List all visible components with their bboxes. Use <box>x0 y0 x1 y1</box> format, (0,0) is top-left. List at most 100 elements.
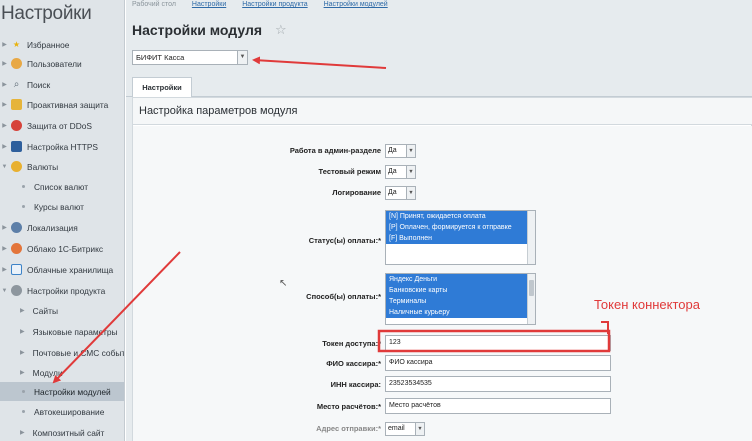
cashier-inn-input[interactable]: 23523534535 <box>385 376 611 392</box>
sidebar-item-cloud-storage[interactable]: ▶ Облачные хранилища <box>0 260 124 279</box>
sidebar-item-composite[interactable]: ▶ Композитный сайт <box>0 423 124 441</box>
sidebar-item-label: Сайты <box>32 305 58 316</box>
field-label: ФИО кассира:* <box>326 359 381 368</box>
sidebar-item-localization[interactable]: ▶ Локализация <box>0 218 124 237</box>
select-value: Да <box>388 147 397 154</box>
module-select[interactable]: БИФИТ Касса ▼ <box>132 50 248 65</box>
sidebar-item-sites[interactable]: ▶ Сайты <box>0 301 124 320</box>
scrollbar-thumb[interactable] <box>529 280 534 296</box>
pay-status-multiselect[interactable]: [N] Принят, ожидается оплата [P] Оплачен… <box>385 210 536 265</box>
sidebar-item-currency-list[interactable]: Список валют <box>0 177 124 196</box>
expand-arrow-icon[interactable]: ▶ <box>20 349 25 356</box>
multiselect-option[interactable]: [P] Оплачен, формируется к отправке <box>386 222 535 233</box>
expand-arrow-icon[interactable]: ▶ <box>0 143 9 150</box>
multiselect-option[interactable]: Терминалы <box>386 296 535 307</box>
breadcrumb-link[interactable]: Настройки модулей <box>324 1 388 8</box>
settings-form: Работа в админ-разделе Да ▼ Тестовый реж… <box>133 126 752 441</box>
sidebar-item-label: Валюты <box>27 161 59 172</box>
test-mode-select[interactable]: Да ▼ <box>385 165 416 179</box>
partial-select[interactable]: email ▼ <box>385 422 425 436</box>
expand-arrow-icon[interactable]: ▶ <box>20 307 25 314</box>
sidebar-title: Настройки <box>1 3 92 24</box>
sidebar: Настройки ▶ ★ Избранное ▶ Пользователи ▶… <box>0 0 125 441</box>
expand-arrow-icon[interactable]: ▶ <box>0 224 9 231</box>
expand-arrow-icon[interactable]: ▶ <box>0 81 9 88</box>
page-title: Настройки модуля <box>132 22 263 38</box>
expand-arrow-icon[interactable]: ▶ <box>0 266 9 273</box>
expand-arrow-icon[interactable]: ▶ <box>20 429 25 436</box>
collapse-arrow-icon[interactable]: ▼ <box>0 164 9 170</box>
sidebar-item-currencies[interactable]: ▼ Валюты <box>0 157 124 176</box>
globe-icon <box>11 222 22 233</box>
breadcrumb-link[interactable]: Настройки продукта <box>242 1 307 8</box>
pay-methods-multiselect[interactable]: Яндекс Деньги Банковские карты Терминалы… <box>385 273 536 325</box>
tab-settings[interactable]: Настройки <box>132 77 192 98</box>
sidebar-item-https[interactable]: ▶ Настройка HTTPS <box>0 137 124 156</box>
multiselect-option[interactable]: [F] Выполнен <box>386 233 535 244</box>
scrollbar[interactable] <box>527 274 535 324</box>
sidebar-item-label: Настройки модулей <box>34 386 111 397</box>
settings-panel: Настройка параметров модуля Работа в адм… <box>132 97 752 441</box>
sidebar-item-language[interactable]: ▶ Языковые параметры <box>0 322 124 341</box>
admin-work-select[interactable]: Да ▼ <box>385 144 416 158</box>
expand-arrow-icon[interactable]: ▶ <box>0 122 9 129</box>
multiselect-option[interactable]: Яндекс Деньги <box>386 274 535 285</box>
sidebar-item-module-settings[interactable]: Настройки модулей <box>0 382 124 401</box>
sidebar-item-label: Языковые параметры <box>32 326 118 337</box>
breadcrumb: Рабочий стол Настройки Настройки продукт… <box>132 1 388 8</box>
currency-icon <box>11 161 22 172</box>
star-icon: ★ <box>12 40 21 49</box>
sidebar-item-label: Облако 1С-Битрикс <box>27 243 104 254</box>
sidebar-item-product-settings[interactable]: ▼ Настройки продукта <box>0 281 124 300</box>
expand-arrow-icon[interactable]: ▶ <box>0 245 9 252</box>
select-value: Да <box>388 168 397 175</box>
field-label: Токен доступа:* <box>322 339 381 348</box>
https-icon <box>11 141 22 152</box>
expand-arrow-icon[interactable]: ▶ <box>20 328 25 335</box>
expand-arrow-icon[interactable]: ▶ <box>0 60 9 67</box>
sidebar-item-label: Локализация <box>27 222 78 233</box>
chevron-down-icon[interactable]: ▼ <box>406 166 415 178</box>
scrollbar[interactable] <box>527 211 535 264</box>
sidebar-item-autocache[interactable]: Автокеширование <box>0 402 124 421</box>
sidebar-item-users[interactable]: ▶ Пользователи <box>0 54 124 73</box>
expand-arrow-icon[interactable]: ▶ <box>0 41 9 48</box>
expand-arrow-icon[interactable]: ▶ <box>20 369 25 376</box>
chevron-down-icon[interactable]: ▼ <box>415 423 424 435</box>
payment-place-input[interactable]: Место расчётов <box>385 398 611 414</box>
user-icon <box>11 58 22 69</box>
chevron-down-icon[interactable]: ▼ <box>237 51 247 64</box>
multiselect-option[interactable]: Банковские карты <box>386 285 535 296</box>
lock-icon <box>11 99 22 110</box>
sidebar-item-proactive[interactable]: ▶ Проактивная защита <box>0 95 124 114</box>
tab-strip: Настройки <box>126 75 752 98</box>
bullet-icon <box>22 410 25 413</box>
field-label: Работа в админ-разделе <box>289 146 381 155</box>
multiselect-option[interactable]: [N] Принят, ожидается оплата <box>386 211 535 222</box>
sidebar-item-ddos[interactable]: ▶ Защита от DDoS <box>0 116 124 135</box>
sidebar-item-label: Пользователи <box>27 58 82 69</box>
sidebar-item-modules[interactable]: ▶ Модули <box>0 363 124 382</box>
sidebar-item-label: Защита от DDoS <box>27 120 92 131</box>
chevron-down-icon[interactable]: ▼ <box>406 145 415 157</box>
favorite-star-icon[interactable]: ☆ <box>275 22 287 38</box>
logging-select[interactable]: Да ▼ <box>385 186 416 200</box>
sidebar-item-favorites[interactable]: ▶ ★ Избранное <box>0 35 124 54</box>
cashier-name-input[interactable]: ФИО кассира <box>385 355 611 371</box>
breadcrumb-link[interactable]: Настройки <box>192 1 226 8</box>
sidebar-item-currency-rates[interactable]: Курсы валют <box>0 197 124 216</box>
expand-arrow-icon[interactable]: ▶ <box>0 101 9 108</box>
select-value: email <box>388 425 405 432</box>
collapse-arrow-icon[interactable]: ▼ <box>0 288 9 294</box>
field-label: Адрес отправки:* <box>316 424 381 433</box>
sidebar-item-bitrix-cloud[interactable]: ▶ Облако 1С-Битрикс <box>0 239 124 258</box>
field-label: Тестовый режим <box>318 167 381 176</box>
chevron-down-icon[interactable]: ▼ <box>406 187 415 199</box>
access-token-input[interactable]: 123 <box>385 335 611 351</box>
multiselect-option[interactable]: Наличные курьеру <box>386 307 535 318</box>
mouse-cursor-icon: ↖ <box>279 278 288 289</box>
bullet-icon <box>22 205 25 208</box>
sidebar-item-search[interactable]: ▶ ⌕ Поиск <box>0 75 124 94</box>
sidebar-item-mail-sms[interactable]: ▶ Почтовые и СМС события <box>0 343 124 362</box>
sidebar-item-label: Список валют <box>34 181 89 192</box>
